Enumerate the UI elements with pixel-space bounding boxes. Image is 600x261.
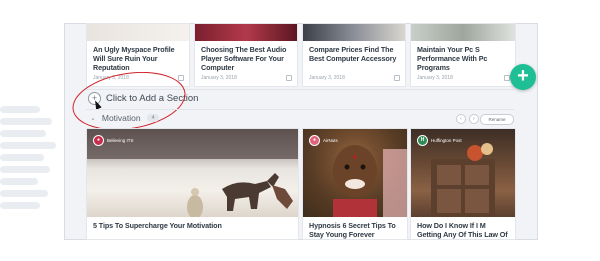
decorative-swoosh <box>0 154 44 161</box>
section-count-badge: 4 <box>146 114 160 122</box>
plus-icon: + <box>517 65 529 87</box>
article-card[interactable]: Choosing The Best Audio Player Software … <box>194 23 298 87</box>
article-thumbnail <box>87 24 189 41</box>
article-thumbnail <box>195 24 297 41</box>
bookmark-icon[interactable] <box>286 75 292 81</box>
source-avatar: ● <box>93 135 104 146</box>
bookmark-icon[interactable] <box>394 75 400 81</box>
rename-button[interactable]: Rename <box>480 114 514 125</box>
source-name: AirNuts <box>323 138 338 143</box>
decorative-swoosh <box>0 178 38 185</box>
carousel-nav: ‹ › <box>456 114 479 124</box>
decorative-swoosh <box>0 106 40 113</box>
section-title: Motivation <box>101 113 141 123</box>
article-title: How Do I Know If I M Getting Any Of This… <box>417 221 508 239</box>
article-card[interactable]: ● Believing ITS 5 Tips To Supercharge Yo… <box>86 128 299 240</box>
source-name: Believing ITS <box>107 138 134 143</box>
article-title: Choosing The Best Audio Player Software … <box>201 45 287 72</box>
decorative-swoosh <box>0 190 48 197</box>
source-avatar: H <box>417 135 428 146</box>
article-thumbnail <box>303 24 405 41</box>
section-divider <box>86 109 514 110</box>
article-title: Maintain Your Pc S Performance With Pc P… <box>417 45 488 72</box>
chevron-left-icon[interactable]: ‹ <box>456 114 466 124</box>
decorative-swoosh <box>0 142 56 149</box>
article-date: January 3, 2018 <box>417 75 453 81</box>
source-badge: ● AirNuts <box>309 135 338 146</box>
chevron-down-icon[interactable]: ⌄ <box>90 114 96 122</box>
chevron-right-icon[interactable]: › <box>469 114 479 124</box>
add-button-fab[interactable]: + <box>510 64 536 90</box>
source-badge: H Huffington Post <box>417 135 462 146</box>
article-title: An Ugly Myspace Profile Will Sure Ruin Y… <box>93 45 175 72</box>
article-date: January 3, 2018 <box>201 75 237 81</box>
article-title: Compare Prices Find The Best Computer Ac… <box>309 45 397 63</box>
section-header-motivation[interactable]: ⌄ Motivation 4 <box>90 113 160 123</box>
source-avatar: ● <box>309 135 320 146</box>
article-card[interactable]: Compare Prices Find The Best Computer Ac… <box>302 23 406 87</box>
article-thumbnail <box>411 24 515 41</box>
article-title: Hypnosis 6 Secret Tips To Stay Young For… <box>309 221 396 239</box>
article-card[interactable]: Maintain Your Pc S Performance With Pc P… <box>410 23 516 87</box>
source-name: Huffington Post <box>431 138 462 143</box>
decorative-swoosh <box>0 130 46 137</box>
article-title: 5 Tips To Supercharge Your Motivation <box>93 221 222 230</box>
source-badge: ● Believing ITS <box>93 135 134 146</box>
decorative-swoosh <box>0 118 52 125</box>
article-card[interactable]: ● AirNuts Hypnosis 6 Secret Tips To Stay… <box>302 128 408 240</box>
bookmark-icon[interactable] <box>178 75 184 81</box>
article-date: January 3, 2018 <box>309 75 345 81</box>
decorative-swoosh <box>0 202 40 209</box>
page: An Ugly Myspace Profile Will Sure Ruin Y… <box>0 0 600 261</box>
article-card[interactable]: H Huffington Post How Do I Know If I M G… <box>410 128 516 240</box>
decorative-swoosh <box>0 166 50 173</box>
